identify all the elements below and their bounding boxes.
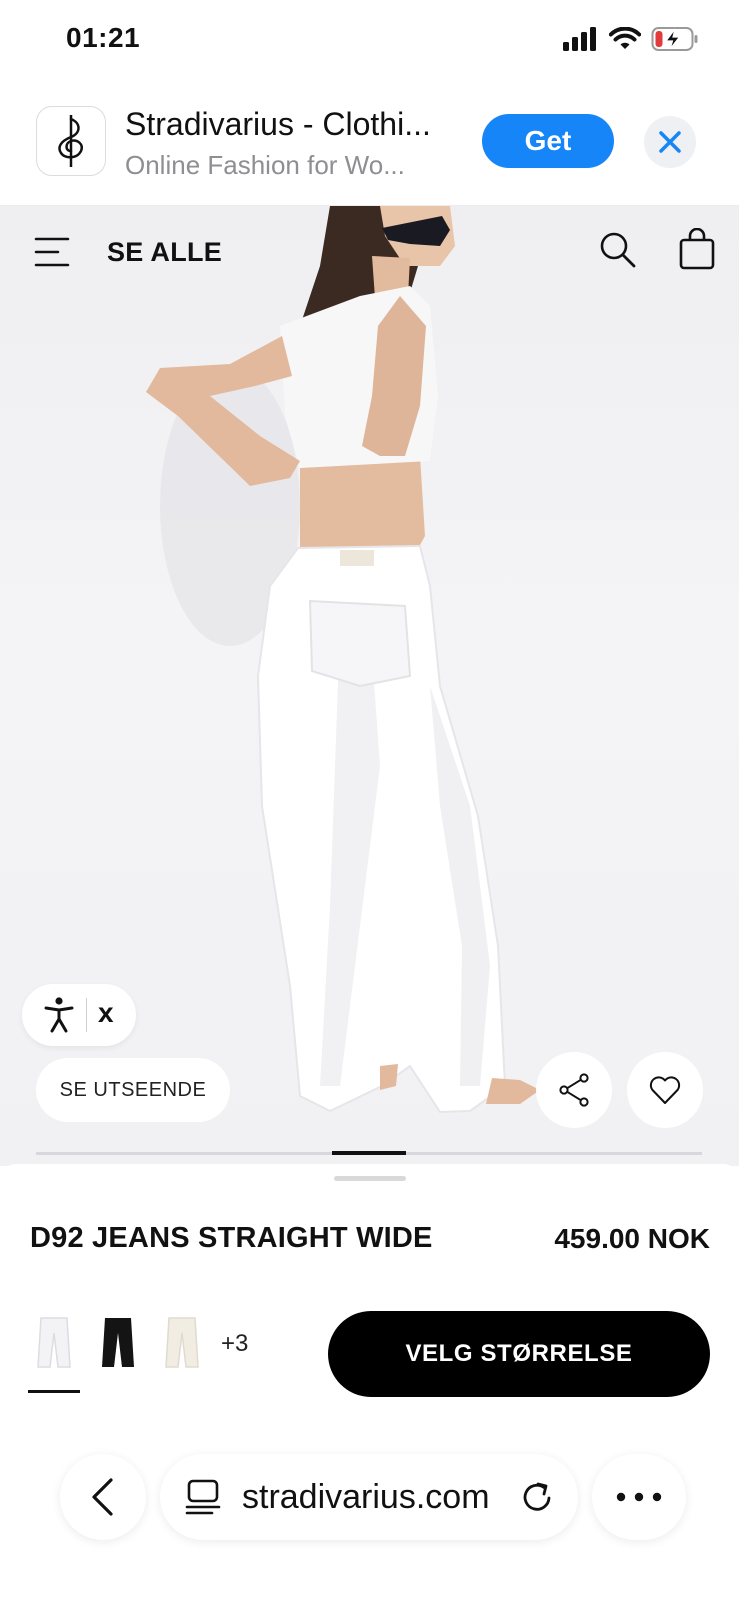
status-icons [563, 26, 699, 52]
product-image[interactable]: SE ALLE x SE UTSEENDE [0, 206, 739, 1166]
share-icon [559, 1073, 589, 1107]
sheet-grabber[interactable] [334, 1176, 406, 1181]
get-app-button[interactable]: Get [482, 114, 614, 168]
gallery-progress-indicator [332, 1151, 406, 1155]
store-header: SE ALLE [0, 206, 739, 296]
product-price: 459.00 NOK [554, 1223, 710, 1254]
color-swatches: +3 [28, 1312, 328, 1393]
swatch-black[interactable] [92, 1312, 144, 1374]
swatch-white[interactable] [28, 1312, 80, 1374]
browser-toolbar: stradivarius.com [0, 1440, 739, 1600]
more-colors-link[interactable]: +3 [221, 1330, 248, 1358]
white-jeans-thumbnail [37, 1317, 71, 1368]
product-name: D92 JEANS STRAIGHT WIDE [30, 1222, 433, 1254]
signal-icon [563, 27, 596, 51]
separator [86, 998, 87, 1032]
close-banner-button[interactable] [644, 116, 696, 168]
close-icon [659, 131, 681, 153]
select-size-button[interactable]: VELG STØRRELSE [328, 1311, 710, 1397]
page-settings-icon[interactable] [184, 1478, 222, 1516]
ecru-jeans-thumbnail [165, 1317, 199, 1368]
address-bar[interactable]: stradivarius.com [160, 1454, 578, 1540]
accessibility-widget[interactable]: x [22, 984, 136, 1046]
heart-icon [649, 1076, 681, 1104]
app-logo [36, 106, 106, 176]
chevron-left-icon [92, 1478, 113, 1516]
see-all-link[interactable]: SE ALLE [107, 237, 222, 268]
close-accessibility-button[interactable]: x [98, 997, 114, 1029]
black-jeans-thumbnail [102, 1318, 134, 1367]
battery-charging-icon [651, 27, 698, 51]
wifi-icon [609, 27, 641, 49]
app-subtitle: Online Fashion for Wo... [125, 150, 405, 180]
status-bar: 01:21 [0, 0, 739, 82]
back-button[interactable] [60, 1454, 146, 1540]
menu-icon[interactable] [34, 234, 70, 270]
app-title: Stradivarius - Clothi... [125, 106, 431, 142]
share-button[interactable] [536, 1052, 612, 1128]
status-time: 01:21 [66, 22, 141, 53]
selected-swatch-indicator [28, 1390, 80, 1393]
see-look-button[interactable]: SE UTSEENDE [36, 1058, 230, 1122]
more-options-button[interactable] [592, 1454, 686, 1540]
smart-app-banner: Stradivarius - Clothi... Online Fashion … [0, 82, 739, 206]
url-text: stradivarius.com [242, 1478, 490, 1516]
reload-icon[interactable] [518, 1478, 556, 1516]
search-icon[interactable] [598, 230, 638, 270]
swatch-ecru[interactable] [156, 1312, 208, 1374]
treble-clef-logo-icon [58, 115, 83, 167]
shopping-bag-icon[interactable] [679, 228, 715, 270]
accessibility-icon[interactable] [44, 997, 74, 1033]
favorite-button[interactable] [627, 1052, 703, 1128]
more-icon [616, 1492, 662, 1502]
